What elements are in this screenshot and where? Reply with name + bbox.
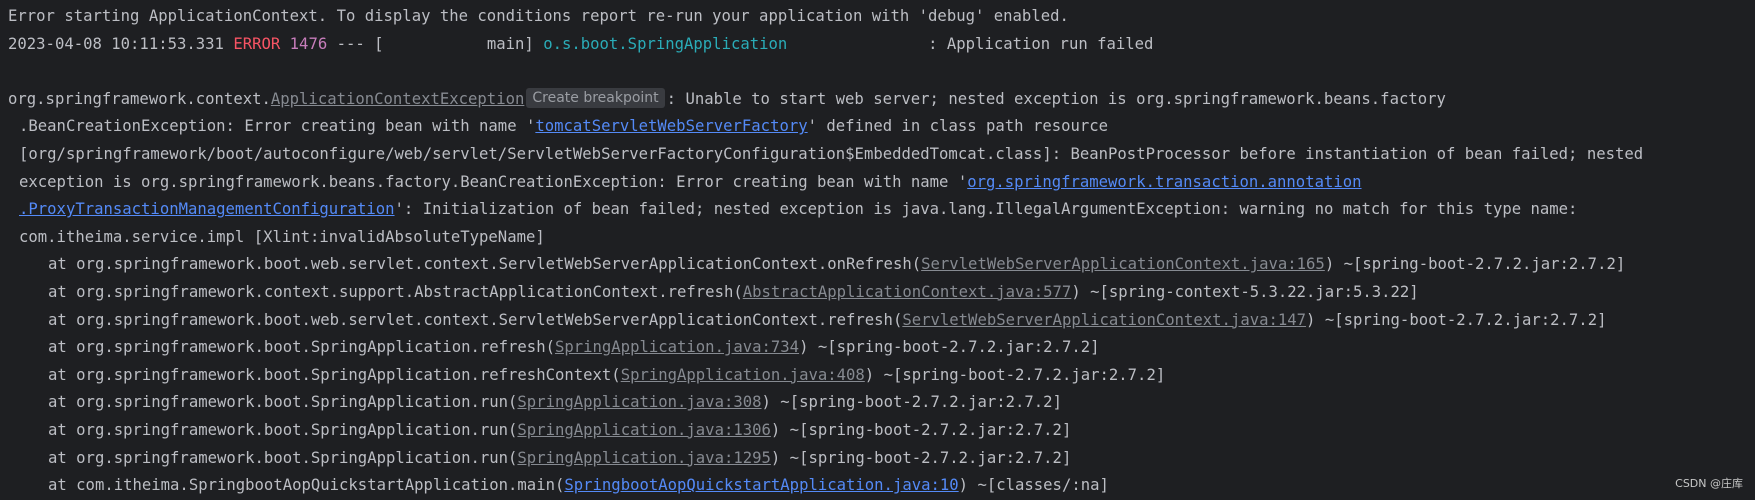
stack-frame: at org.springframework.boot.SpringApplic… bbox=[8, 389, 1755, 417]
stack-method: at org.springframework.boot.web.servlet.… bbox=[48, 255, 922, 274]
log-logger: o.s.boot.SpringApplication bbox=[543, 34, 788, 53]
exception-line: [org/springframework/boot/autoconfigure/… bbox=[8, 141, 1755, 169]
exception-message: ' defined in class path resource bbox=[807, 117, 1109, 136]
stack-jar: ) ~[classes/:na] bbox=[958, 476, 1109, 495]
stack-method: at org.springframework.context.support.A… bbox=[48, 282, 743, 301]
source-link[interactable]: AbstractApplicationContext.java:577 bbox=[743, 283, 1072, 301]
bean-link[interactable]: tomcatServletWebServerFactory bbox=[535, 117, 807, 135]
stack-jar: ) ~[spring-boot-2.7.2.jar:2.7.2] bbox=[770, 448, 1072, 467]
exception-class-link[interactable]: ApplicationContextException bbox=[271, 90, 524, 108]
stack-jar: ) ~[spring-context-5.3.22.jar:5.3.22] bbox=[1071, 282, 1419, 301]
source-link[interactable]: SpringbootAopQuickstartApplication.java:… bbox=[564, 476, 958, 494]
source-link[interactable]: ServletWebServerApplicationContext.java:… bbox=[902, 311, 1306, 329]
stack-jar: ) ~[spring-boot-2.7.2.jar:2.7.2] bbox=[799, 338, 1100, 357]
exception-message: : Unable to start web server; nested exc… bbox=[666, 89, 1446, 108]
stack-jar: ) ~[spring-boot-2.7.2.jar:2.7.2] bbox=[1324, 255, 1626, 274]
stack-frame: at org.springframework.boot.SpringApplic… bbox=[8, 445, 1755, 473]
stack-method: at org.springframework.boot.SpringApplic… bbox=[48, 338, 555, 357]
log-pid: 1476 bbox=[289, 34, 328, 53]
exception-message: exception is org.springframework.beans.f… bbox=[19, 172, 968, 191]
log-thread: main] bbox=[383, 34, 544, 53]
create-breakpoint-button[interactable]: Create breakpoint bbox=[526, 87, 665, 108]
stack-jar: ) ~[spring-boot-2.7.2.jar:2.7.2] bbox=[761, 393, 1062, 412]
stack-method: at org.springframework.boot.SpringApplic… bbox=[48, 420, 518, 439]
stack-frame: at org.springframework.boot.SpringApplic… bbox=[8, 362, 1755, 390]
log-level: ERROR bbox=[233, 34, 281, 53]
stack-frame: at org.springframework.boot.SpringApplic… bbox=[8, 334, 1755, 362]
bean-link[interactable]: org.springframework.transaction.annotati… bbox=[967, 173, 1361, 191]
source-link[interactable]: ServletWebServerApplicationContext.java:… bbox=[921, 255, 1325, 273]
stack-method: at org.springframework.boot.SpringApplic… bbox=[48, 365, 621, 384]
exception-message: [org/springframework/boot/autoconfigure/… bbox=[19, 144, 1644, 163]
source-link[interactable]: SpringApplication.java:308 bbox=[517, 393, 761, 411]
source-link[interactable]: SpringApplication.java:734 bbox=[555, 338, 799, 356]
exception-line: .BeanCreationException: Error creating b… bbox=[8, 113, 1755, 141]
stack-jar: ) ~[spring-boot-2.7.2.jar:2.7.2] bbox=[770, 420, 1072, 439]
exception-package: org.springframework.context. bbox=[8, 89, 271, 108]
stack-method: at org.springframework.boot.web.servlet.… bbox=[48, 310, 903, 329]
stack-method: at org.springframework.boot.SpringApplic… bbox=[48, 448, 518, 467]
log-line: 2023-04-08 10:11:53.331 ERROR 1476 --- [… bbox=[8, 31, 1755, 59]
exception-message: com.itheima.service.impl [Xlint:invalidA… bbox=[19, 227, 545, 246]
stack-method: at org.springframework.boot.SpringApplic… bbox=[48, 393, 518, 412]
stack-method: at com.itheima.SpringbootAopQuickstartAp… bbox=[48, 476, 565, 495]
stack-frame: at org.springframework.boot.SpringApplic… bbox=[8, 417, 1755, 445]
source-link[interactable]: SpringApplication.java:1295 bbox=[517, 449, 770, 467]
exception-line: .ProxyTransactionManagementConfiguration… bbox=[8, 196, 1755, 224]
stack-frame: at org.springframework.boot.web.servlet.… bbox=[8, 307, 1755, 335]
stack-frame: at org.springframework.boot.web.servlet.… bbox=[8, 251, 1755, 279]
console-line: Error starting ApplicationContext. To di… bbox=[8, 3, 1755, 31]
exception-message: .BeanCreationException: Error creating b… bbox=[19, 117, 536, 136]
log-separator: --- [ bbox=[327, 34, 384, 53]
bean-link[interactable]: .ProxyTransactionManagementConfiguration bbox=[19, 200, 395, 218]
exception-line: com.itheima.service.impl [Xlint:invalidA… bbox=[8, 224, 1755, 252]
exception-line: org.springframework.context.ApplicationC… bbox=[8, 86, 1755, 114]
exception-line: exception is org.springframework.beans.f… bbox=[8, 169, 1755, 197]
console-output: Error starting ApplicationContext. To di… bbox=[8, 3, 1755, 500]
log-timestamp: 2023-04-08 10:11:53.331 bbox=[8, 34, 224, 53]
exception-message: ': Initialization of bean failed; nested… bbox=[394, 200, 1578, 219]
source-link[interactable]: SpringApplication.java:408 bbox=[621, 366, 865, 384]
watermark: CSDN @庄库 bbox=[1675, 477, 1743, 490]
debug-hint-text: Error starting ApplicationContext. To di… bbox=[8, 7, 1069, 25]
stack-frame: at com.itheima.SpringbootAopQuickstartAp… bbox=[8, 472, 1755, 500]
source-link[interactable]: SpringApplication.java:1306 bbox=[517, 421, 770, 439]
stack-jar: ) ~[spring-boot-2.7.2.jar:2.7.2] bbox=[1306, 310, 1607, 329]
log-message: : Application run failed bbox=[787, 34, 1154, 53]
stack-jar: ) ~[spring-boot-2.7.2.jar:2.7.2] bbox=[864, 365, 1166, 384]
stack-frame: at org.springframework.context.support.A… bbox=[8, 279, 1755, 307]
